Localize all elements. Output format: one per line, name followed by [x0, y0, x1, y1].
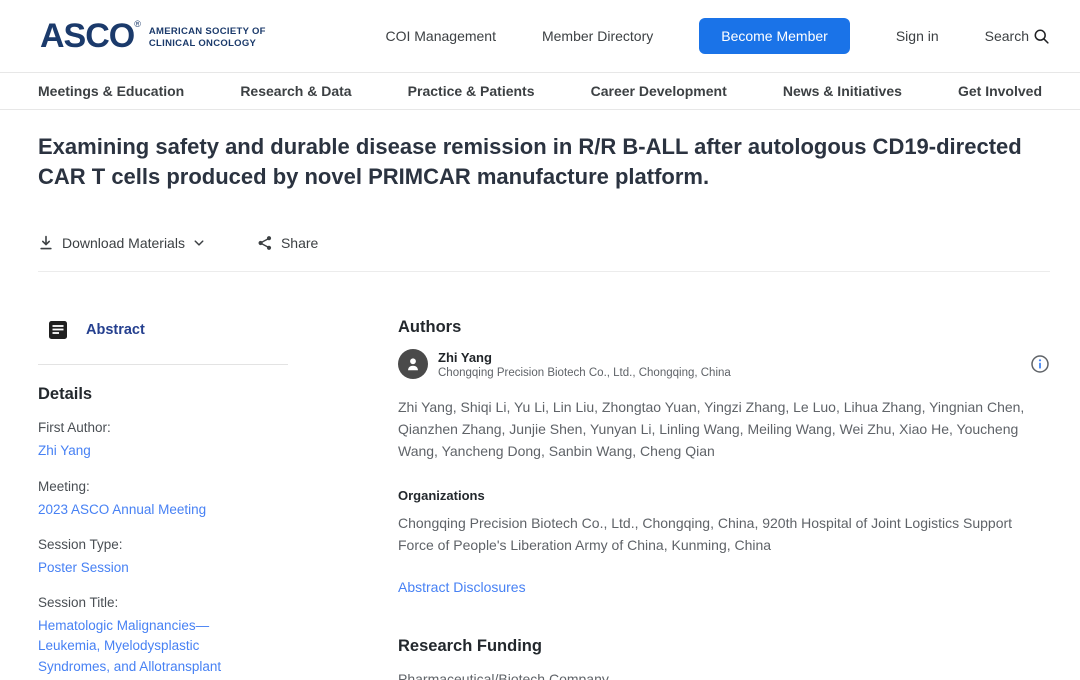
abstract-tab-label: Abstract	[86, 322, 145, 338]
research-funding-block: Pharmaceutical/Biotech Company ChongQing…	[398, 668, 1050, 680]
organizations-text: Chongqing Precision Biotech Co., Ltd., C…	[398, 513, 1050, 556]
detail-session-type: Session Type: Poster Session	[38, 537, 288, 578]
download-materials-label: Download Materials	[62, 235, 185, 251]
organizations-heading: Organizations	[398, 488, 1050, 503]
sidebar: Abstract Details First Author: Zhi Yang …	[38, 318, 288, 680]
nav-get-involved[interactable]: Get Involved	[958, 83, 1042, 99]
coi-management-link[interactable]: COI Management	[385, 28, 496, 44]
detail-meeting: Meeting: 2023 ASCO Annual Meeting	[38, 479, 288, 520]
nav-research-data[interactable]: Research & Data	[240, 83, 351, 99]
first-author-meta: Zhi Yang Chongqing Precision Biotech Co.…	[438, 350, 731, 379]
registered-mark: ®	[134, 19, 141, 29]
search-button[interactable]: Search	[985, 28, 1050, 45]
share-icon	[257, 235, 273, 251]
chevron-down-icon	[193, 237, 205, 249]
detail-label: Session Title:	[38, 595, 288, 610]
first-author-affiliation: Chongqing Precision Biotech Co., Ltd., C…	[438, 367, 731, 379]
author-info-button[interactable]	[1030, 354, 1050, 374]
download-icon	[38, 235, 54, 251]
avatar	[398, 349, 428, 379]
main-nav: Meetings & Education Research & Data Pra…	[0, 72, 1080, 110]
page-title: Examining safety and durable disease rem…	[38, 132, 1050, 191]
header-utility-nav: COI Management Member Directory Become M…	[385, 18, 1050, 54]
funding-source: Pharmaceutical/Biotech Company	[398, 668, 1050, 680]
abstract-main-content: Authors Zhi Yang Chongqing Precision Bio…	[398, 318, 1050, 680]
detail-session-title: Session Title: Hematologic Malignancies—…	[38, 595, 288, 677]
download-materials-button[interactable]: Download Materials	[38, 235, 205, 251]
share-button[interactable]: Share	[257, 235, 318, 251]
research-funding-heading: Research Funding	[398, 637, 1050, 656]
info-icon	[1030, 354, 1050, 374]
sidebar-item-abstract[interactable]: Abstract	[38, 318, 288, 342]
share-label: Share	[281, 235, 318, 251]
detail-first-author: First Author: Zhi Yang	[38, 420, 288, 461]
asco-logo-tagline: AMERICAN SOCIETY OF CLINICAL ONCOLOGY	[149, 26, 266, 50]
search-label: Search	[985, 28, 1029, 44]
session-type-link[interactable]: Poster Session	[38, 558, 268, 578]
session-title-link[interactable]: Hematologic Malignancies—Leukemia, Myelo…	[38, 616, 268, 677]
details-heading: Details	[38, 385, 288, 404]
first-author-card[interactable]: Zhi Yang Chongqing Precision Biotech Co.…	[398, 349, 1050, 379]
person-icon	[404, 355, 422, 373]
meeting-link[interactable]: 2023 ASCO Annual Meeting	[38, 500, 268, 520]
detail-label: First Author:	[38, 420, 288, 435]
detail-label: Meeting:	[38, 479, 288, 494]
authors-heading: Authors	[398, 318, 1050, 337]
nav-career-development[interactable]: Career Development	[591, 83, 727, 99]
sign-in-link[interactable]: Sign in	[896, 28, 939, 44]
top-header: ASCO® AMERICAN SOCIETY OF CLINICAL ONCOL…	[0, 0, 1080, 72]
search-icon	[1033, 28, 1050, 45]
page-body: Examining safety and durable disease rem…	[0, 132, 1080, 680]
asco-logo[interactable]: ASCO® AMERICAN SOCIETY OF CLINICAL ONCOL…	[40, 19, 266, 53]
first-author-link[interactable]: Zhi Yang	[38, 441, 268, 461]
become-member-button[interactable]: Become Member	[699, 18, 850, 54]
member-directory-link[interactable]: Member Directory	[542, 28, 653, 44]
abstract-document-icon	[48, 320, 68, 340]
asco-logo-word: ASCO®	[40, 19, 141, 53]
nav-news-initiatives[interactable]: News & Initiatives	[783, 83, 902, 99]
nav-meetings-education[interactable]: Meetings & Education	[38, 83, 184, 99]
full-author-list: Zhi Yang, Shiqi Li, Yu Li, Lin Liu, Zhon…	[398, 397, 1050, 462]
nav-practice-patients[interactable]: Practice & Patients	[408, 83, 535, 99]
detail-label: Session Type:	[38, 537, 288, 552]
actions-row: Download Materials Share	[38, 235, 1050, 251]
first-author-name: Zhi Yang	[438, 350, 731, 365]
abstract-disclosures-link[interactable]: Abstract Disclosures	[398, 579, 526, 595]
sidebar-divider	[38, 364, 288, 365]
